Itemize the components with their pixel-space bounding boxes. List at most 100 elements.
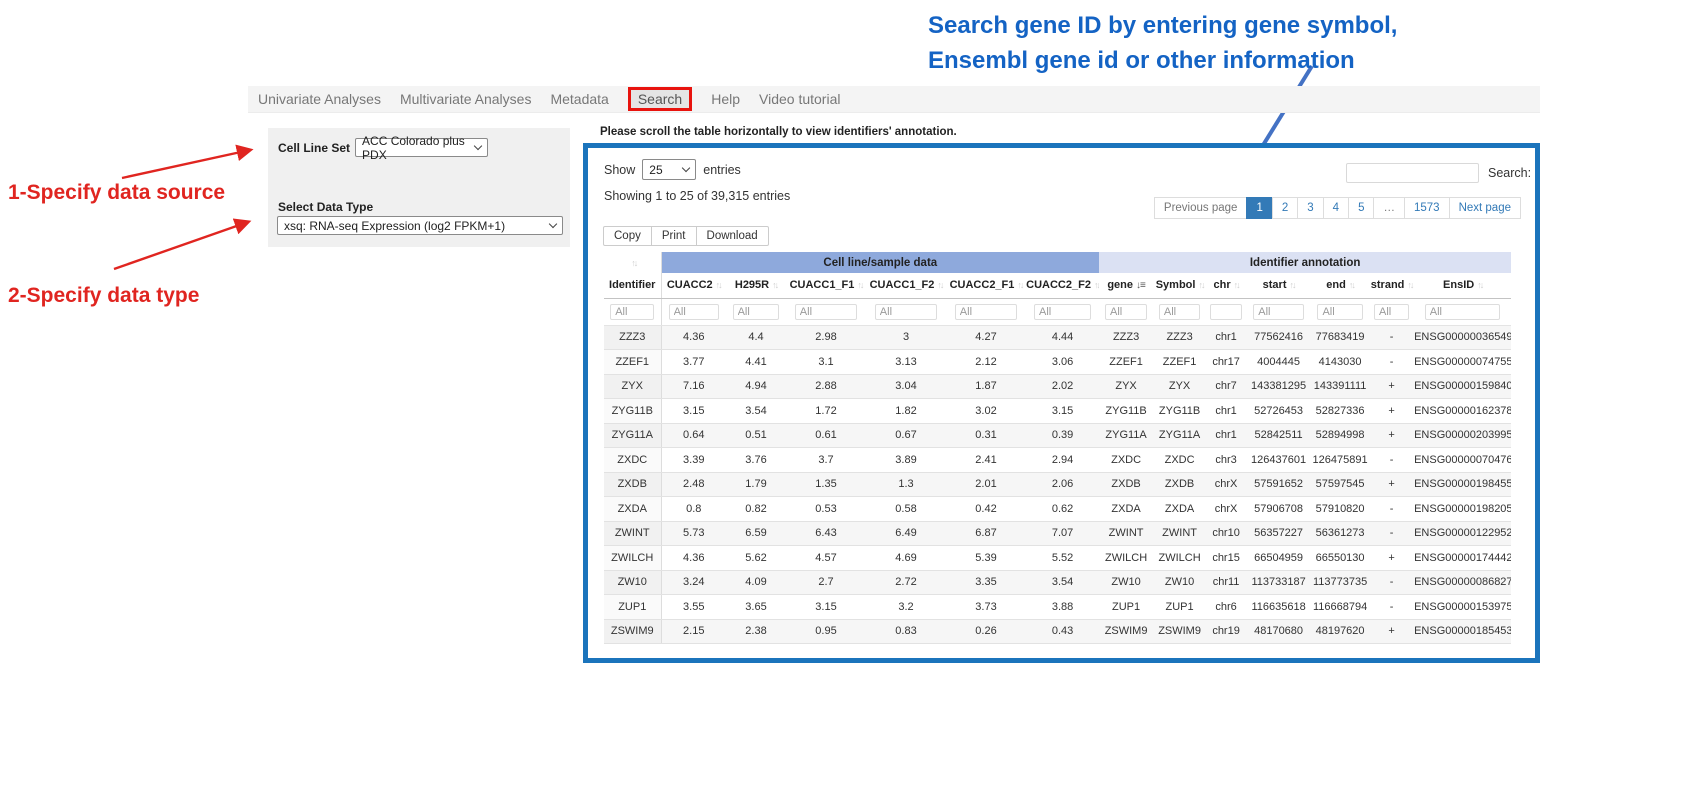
cell-cuacc2-f2: 2.02 bbox=[1026, 374, 1099, 399]
column-header-end[interactable]: end↑↓ bbox=[1311, 273, 1369, 298]
column-header-cuacc1-f2[interactable]: CUACC1_F2↑↓ bbox=[866, 273, 946, 298]
filter-cell bbox=[1206, 298, 1246, 325]
cell-line-set-row: Cell Line Set ACC Colorado plus PDX bbox=[278, 138, 488, 157]
column-label: Symbol bbox=[1156, 279, 1196, 291]
cell-cuacc1-f2: 4.69 bbox=[866, 546, 946, 571]
column-label: CUACC1_F1 bbox=[790, 279, 855, 291]
page-length-select[interactable]: 25 bbox=[642, 159, 696, 180]
cell-line-set-select[interactable]: ACC Colorado plus PDX bbox=[355, 138, 488, 157]
cell-identifier: ZWILCH bbox=[604, 546, 661, 571]
pagination: Previous page12345…1573Next page bbox=[1155, 197, 1521, 219]
filter-cell bbox=[786, 298, 866, 325]
page-button-1573[interactable]: 1573 bbox=[1404, 197, 1450, 219]
column-filter-symbol[interactable] bbox=[1159, 304, 1200, 320]
page-button-5[interactable]: 5 bbox=[1348, 197, 1374, 219]
cell-cuacc2-f2: 0.62 bbox=[1026, 497, 1099, 522]
cell-chr: chr1 bbox=[1206, 325, 1246, 350]
chevron-down-icon bbox=[682, 164, 690, 172]
cell-chr: chr19 bbox=[1206, 619, 1246, 644]
cell-chr: chrX bbox=[1206, 472, 1246, 497]
cell-strand: - bbox=[1369, 350, 1414, 375]
column-header-cuacc2-f1[interactable]: CUACC2_F1↑↓ bbox=[946, 273, 1026, 298]
cell-cuacc1-f1: 2.98 bbox=[786, 325, 866, 350]
cell-cuacc2-f1: 2.41 bbox=[946, 448, 1026, 473]
page-button-4[interactable]: 4 bbox=[1323, 197, 1349, 219]
page-button-3[interactable]: 3 bbox=[1297, 197, 1323, 219]
column-filter-identifier[interactable] bbox=[610, 304, 654, 320]
nav-item-univariate-analyses[interactable]: Univariate Analyses bbox=[258, 91, 381, 107]
column-header-gene[interactable]: gene↓≡ bbox=[1099, 273, 1153, 298]
cell-gene: ZYG11A bbox=[1099, 423, 1153, 448]
cell-cuacc2-f2: 0.39 bbox=[1026, 423, 1099, 448]
column-header-symbol[interactable]: Symbol↑↓ bbox=[1153, 273, 1206, 298]
column-header-ensid[interactable]: EnsID↑↓ bbox=[1414, 273, 1511, 298]
cell-gene: ZUP1 bbox=[1099, 595, 1153, 620]
filter-cell bbox=[946, 298, 1026, 325]
cell-cuacc2: 2.15 bbox=[661, 619, 726, 644]
cell-cuacc1-f2: 2.72 bbox=[866, 570, 946, 595]
cell-identifier: ZW10 bbox=[604, 570, 661, 595]
cell-cuacc2-f2: 3.54 bbox=[1026, 570, 1099, 595]
column-filter-cuacc1-f2[interactable] bbox=[875, 304, 937, 320]
column-filter-ensid[interactable] bbox=[1425, 304, 1501, 320]
cell-identifier: ZSWIM9 bbox=[604, 619, 661, 644]
cell-ensid: ENSG00000074755.15 bbox=[1414, 350, 1511, 375]
nav-item-metadata[interactable]: Metadata bbox=[550, 91, 608, 107]
data-type-select[interactable]: xsq: RNA-seq Expression (log2 FPKM+1) bbox=[277, 216, 563, 235]
cell-identifier: ZYX bbox=[604, 374, 661, 399]
column-label: Identifier bbox=[609, 279, 655, 291]
previous-page-button[interactable]: Previous page bbox=[1154, 197, 1248, 219]
cell-cuacc2: 3.15 bbox=[661, 399, 726, 424]
column-header-cuacc2[interactable]: CUACC2↑↓ bbox=[661, 273, 726, 298]
column-header-strand[interactable]: strand↑↓ bbox=[1369, 273, 1414, 298]
column-filter-end[interactable] bbox=[1317, 304, 1362, 320]
column-header-cuacc2-f2[interactable]: CUACC2_F2↑↓ bbox=[1026, 273, 1099, 298]
cell-cuacc1-f1: 0.53 bbox=[786, 497, 866, 522]
page-button-2[interactable]: 2 bbox=[1272, 197, 1298, 219]
next-page-button[interactable]: Next page bbox=[1449, 197, 1521, 219]
column-filter-h295r[interactable] bbox=[733, 304, 780, 320]
table-row-zyx: ZYX7.164.942.883.041.872.02ZYXZYXchr7143… bbox=[604, 374, 1511, 399]
column-filter-start[interactable] bbox=[1253, 304, 1304, 320]
search-input[interactable] bbox=[1346, 163, 1479, 183]
cell-cuacc1-f1: 3.7 bbox=[786, 448, 866, 473]
cell-cuacc2-f1: 2.12 bbox=[946, 350, 1026, 375]
copy-button[interactable]: Copy bbox=[603, 226, 652, 246]
column-header-identifier[interactable]: Identifier bbox=[604, 273, 661, 298]
page-button-[interactable]: … bbox=[1373, 197, 1405, 219]
column-header-start[interactable]: start↑↓ bbox=[1246, 273, 1311, 298]
column-header-chr[interactable]: chr↑↓ bbox=[1206, 273, 1246, 298]
cell-cuacc2-f1: 0.31 bbox=[946, 423, 1026, 448]
cell-cuacc2-f2: 2.94 bbox=[1026, 448, 1099, 473]
page-button-1[interactable]: 1 bbox=[1246, 197, 1272, 219]
column-filter-cuacc1-f1[interactable] bbox=[795, 304, 857, 320]
column-filter-strand[interactable] bbox=[1374, 304, 1409, 320]
nav-item-search[interactable]: Search bbox=[628, 87, 692, 111]
cell-cuacc2-f2: 3.88 bbox=[1026, 595, 1099, 620]
cell-cuacc1-f1: 1.35 bbox=[786, 472, 866, 497]
nav-item-help[interactable]: Help bbox=[711, 91, 740, 107]
column-filter-gene[interactable] bbox=[1105, 304, 1147, 320]
column-filter-cuacc2-f2[interactable] bbox=[1034, 304, 1091, 320]
download-button[interactable]: Download bbox=[696, 226, 769, 246]
column-filter-cuacc2[interactable] bbox=[669, 304, 719, 320]
entries-label: entries bbox=[703, 163, 741, 177]
cell-symbol: ZZZ3 bbox=[1153, 325, 1206, 350]
column-filter-cuacc2-f1[interactable] bbox=[955, 304, 1017, 320]
print-button[interactable]: Print bbox=[651, 226, 697, 246]
cell-symbol: ZXDA bbox=[1153, 497, 1206, 522]
filter-cell bbox=[1414, 298, 1511, 325]
navbar: Univariate Analyses Multivariate Analyses… bbox=[248, 86, 1540, 113]
filter-cell bbox=[1311, 298, 1369, 325]
cell-ensid: ENSG00000159840.16 bbox=[1414, 374, 1511, 399]
column-filter-chr[interactable] bbox=[1210, 304, 1241, 320]
annotation-step2: 2-Specify data type bbox=[8, 284, 199, 308]
column-header-cuacc1-f1[interactable]: CUACC1_F1↑↓ bbox=[786, 273, 866, 298]
sort-icon: ↑↓ bbox=[1234, 280, 1239, 290]
cell-cuacc2-f2: 4.44 bbox=[1026, 325, 1099, 350]
nav-item-video-tutorial[interactable]: Video tutorial bbox=[759, 91, 840, 107]
cell-symbol: ZYG11B bbox=[1153, 399, 1206, 424]
nav-item-multivariate-analyses[interactable]: Multivariate Analyses bbox=[400, 91, 532, 107]
column-header-h295r[interactable]: H295R↑↓ bbox=[726, 273, 786, 298]
cell-cuacc1-f2: 3.13 bbox=[866, 350, 946, 375]
